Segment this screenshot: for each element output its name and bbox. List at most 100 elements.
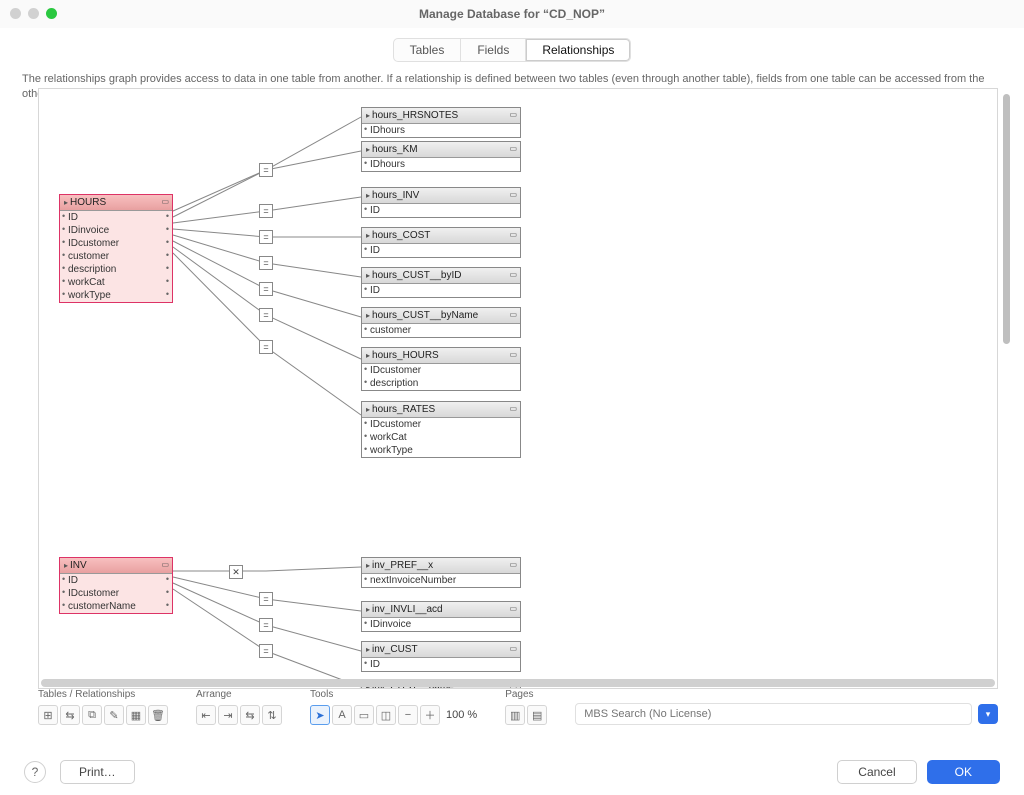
close-window-icon[interactable] xyxy=(10,8,21,19)
vertical-scrollbar[interactable] xyxy=(1003,94,1010,344)
collapse-icon[interactable]: ▭ xyxy=(509,644,517,653)
zoom-out-button[interactable]: − xyxy=(398,705,418,725)
zoom-in-button[interactable]: ＋ xyxy=(420,705,440,725)
table-inv[interactable]: ▸INV▭ ID IDcustomer customerName xyxy=(59,557,173,614)
table-hours-inv[interactable]: ▸hours_INV▭ ID xyxy=(361,187,521,218)
table-hours[interactable]: ▸HOURS▭ ID IDinvoice IDcustomer customer… xyxy=(59,194,173,303)
field[interactable]: IDcustomer xyxy=(60,237,172,250)
table-hours-hrsnotes[interactable]: ▸hours_HRSNOTES▭ IDhours xyxy=(361,107,521,138)
text-tool-button[interactable]: A xyxy=(332,705,352,725)
cancel-button[interactable]: Cancel xyxy=(837,760,916,784)
field[interactable]: IDinvoice xyxy=(362,618,520,631)
zoom-window-icon[interactable] xyxy=(46,8,57,19)
select-tool-button[interactable]: ◫ xyxy=(376,705,396,725)
collapse-icon[interactable]: ▭ xyxy=(509,190,517,199)
horizontal-scrollbar[interactable] xyxy=(41,679,995,687)
field[interactable]: description xyxy=(362,377,520,390)
table-hours-hours[interactable]: ▸hours_HOURS▭ IDcustomer description xyxy=(361,347,521,391)
field[interactable]: customer xyxy=(362,324,520,337)
pointer-tool-button[interactable]: ➤ xyxy=(310,705,330,725)
note-tool-button[interactable]: ▭ xyxy=(354,705,374,725)
relation-operator[interactable]: = xyxy=(259,340,273,354)
search-dropdown-button[interactable]: ▾ xyxy=(978,704,998,724)
field[interactable]: IDhours xyxy=(362,124,520,137)
collapse-icon[interactable]: ▭ xyxy=(509,110,517,119)
relation-operator[interactable]: = xyxy=(259,618,273,632)
relation-operator[interactable]: = xyxy=(259,163,273,177)
relation-operator[interactable]: = xyxy=(259,230,273,244)
field[interactable]: ID xyxy=(60,211,172,224)
zoom-unit: % xyxy=(467,709,477,721)
field[interactable]: IDhours xyxy=(362,158,520,171)
table-inv-pref-x[interactable]: ▸inv_PREF__x▭ nextInvoiceNumber xyxy=(361,557,521,588)
table-inv-cust[interactable]: ▸inv_CUST▭ ID xyxy=(361,641,521,672)
table-hours-cust-byid[interactable]: ▸hours_CUST__byID▭ ID xyxy=(361,267,521,298)
minimize-window-icon[interactable] xyxy=(28,8,39,19)
table-hours-cost[interactable]: ▸hours_COST▭ ID xyxy=(361,227,521,258)
edit-button[interactable]: ✎ xyxy=(104,705,124,725)
collapse-icon[interactable]: ▭ xyxy=(509,350,517,359)
tab-fields[interactable]: Fields xyxy=(461,38,526,62)
help-button[interactable]: ? xyxy=(24,761,46,783)
duplicate-button[interactable]: ⧉ xyxy=(82,705,102,725)
tab-tables[interactable]: Tables xyxy=(393,38,462,62)
table-hours-cust-byname[interactable]: ▸hours_CUST__byName▭ customer xyxy=(361,307,521,338)
collapse-icon[interactable]: ▭ xyxy=(509,310,517,319)
page-breaks-button[interactable]: ▥ xyxy=(505,705,525,725)
print-button[interactable]: Print… xyxy=(60,760,135,784)
field[interactable]: IDcustomer xyxy=(362,418,520,431)
relationship-canvas[interactable]: ▸HOURS▭ ID IDinvoice IDcustomer customer… xyxy=(38,88,998,689)
titlebar: Manage Database for “CD_NOP” xyxy=(0,0,1024,28)
relation-operator[interactable]: = xyxy=(259,204,273,218)
field[interactable]: IDcustomer xyxy=(362,364,520,377)
window-title: Manage Database for “CD_NOP” xyxy=(0,7,1024,21)
collapse-icon[interactable]: ▭ xyxy=(509,270,517,279)
field[interactable]: ID xyxy=(362,284,520,297)
relation-operator[interactable]: = xyxy=(259,308,273,322)
field[interactable]: customer xyxy=(60,250,172,263)
tab-relationships[interactable]: Relationships xyxy=(526,38,631,62)
relation-operator[interactable]: = xyxy=(259,644,273,658)
relation-operator[interactable]: = xyxy=(259,592,273,606)
field[interactable]: ID xyxy=(60,574,172,587)
align-right-button[interactable]: ⇥ xyxy=(218,705,238,725)
field[interactable]: workCat xyxy=(60,276,172,289)
collapse-icon[interactable]: ▭ xyxy=(509,144,517,153)
collapse-icon[interactable]: ▭ xyxy=(509,560,517,569)
table-inv-invli-acd[interactable]: ▸inv_INVLI__acd▭ IDinvoice xyxy=(361,601,521,632)
relation-operator[interactable]: = xyxy=(259,256,273,270)
collapse-icon[interactable]: ▭ xyxy=(161,197,169,206)
relation-operator[interactable]: = xyxy=(259,282,273,296)
field[interactable]: customerName xyxy=(60,600,172,613)
field[interactable]: ID xyxy=(362,658,520,671)
field[interactable]: workType xyxy=(362,444,520,457)
add-relationship-button[interactable]: ⇆ xyxy=(60,705,80,725)
group-arrange: Arrange ⇤ ⇥ ⇆ ⇅ xyxy=(196,689,282,725)
page-setup-button[interactable]: ▤ xyxy=(527,705,547,725)
color-button[interactable]: ▦ xyxy=(126,705,146,725)
relation-operator-x[interactable]: ✕ xyxy=(229,565,243,579)
add-table-button[interactable]: ⊞ xyxy=(38,705,58,725)
collapse-icon[interactable]: ▭ xyxy=(509,230,517,239)
collapse-icon[interactable]: ▭ xyxy=(161,560,169,569)
field[interactable]: ID xyxy=(362,244,520,257)
collapse-icon[interactable]: ▭ xyxy=(509,604,517,613)
field[interactable]: workCat xyxy=(362,431,520,444)
table-hours-km[interactable]: ▸hours_KM▭ IDhours xyxy=(361,141,521,172)
field[interactable]: description xyxy=(60,263,172,276)
table-inv-title: INV xyxy=(70,560,87,571)
distribute-v-button[interactable]: ⇅ xyxy=(262,705,282,725)
table-hours-rates[interactable]: ▸hours_RATES▭ IDcustomer workCat workTyp… xyxy=(361,401,521,458)
ok-button[interactable]: OK xyxy=(927,760,1000,784)
distribute-h-button[interactable]: ⇆ xyxy=(240,705,260,725)
field[interactable]: workType xyxy=(60,289,172,302)
field[interactable]: IDinvoice xyxy=(60,224,172,237)
search-input[interactable] xyxy=(575,703,972,725)
collapse-icon[interactable]: ▭ xyxy=(509,404,517,413)
field[interactable]: nextInvoiceNumber xyxy=(362,574,520,587)
align-left-button[interactable]: ⇤ xyxy=(196,705,216,725)
field[interactable]: ID xyxy=(362,204,520,217)
group-pages: Pages ▥ ▤ xyxy=(505,689,547,725)
delete-button[interactable]: 🗑 xyxy=(148,705,168,725)
field[interactable]: IDcustomer xyxy=(60,587,172,600)
